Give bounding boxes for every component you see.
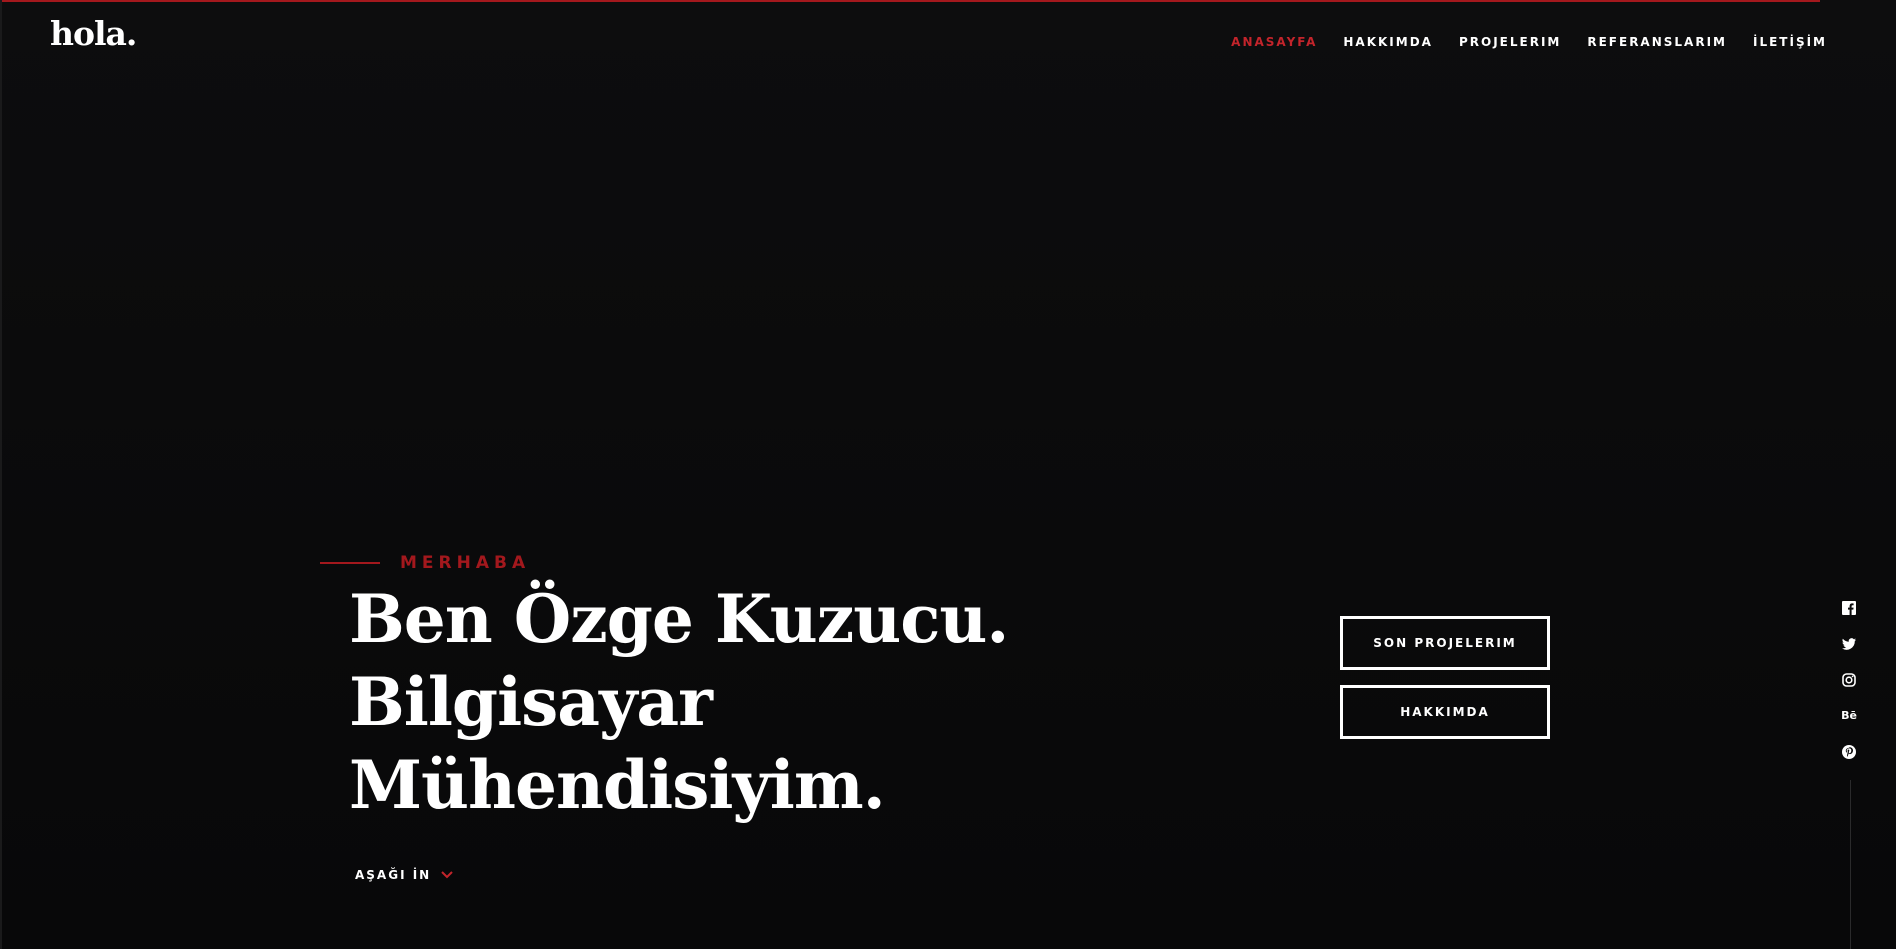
about-button[interactable]: HAKKIMDA: [1340, 685, 1550, 739]
nav-link-iletisim[interactable]: İLETİŞİM: [1753, 35, 1827, 49]
social-links: Bē: [1838, 600, 1860, 760]
nav-link-referanslarim[interactable]: REFERANSLARIM: [1587, 35, 1727, 49]
site-logo[interactable]: hola.: [50, 14, 137, 53]
page-background: hola. ANASAYFA HAKKIMDA PROJELERIM REFER…: [0, 0, 1896, 949]
latest-projects-button[interactable]: SON PROJELERIM: [1340, 616, 1550, 670]
social-divider-line: [1850, 780, 1851, 949]
pinterest-icon[interactable]: [1841, 744, 1857, 760]
intro-text: MERHABA: [400, 553, 531, 573]
behance-icon[interactable]: Bē: [1841, 708, 1857, 724]
scroll-down-label: AŞAĞI İN: [355, 868, 432, 882]
intro-accent-line: [320, 562, 380, 564]
accent-top-bar: [0, 0, 1820, 2]
nav-link-anasayfa[interactable]: ANASAYFA: [1231, 35, 1317, 49]
left-edge-divider: [0, 0, 2, 949]
behance-glyph: Bē: [1841, 709, 1857, 722]
hero-headline: Ben Özge Kuzucu. Bilgisayar Mühendisiyim…: [349, 580, 1009, 824]
nav-item-about: HAKKIMDA: [1343, 33, 1433, 51]
nav-link-projelerim[interactable]: PROJELERIM: [1459, 35, 1561, 49]
nav-item-projects: PROJELERIM: [1459, 33, 1561, 51]
nav-item-home: ANASAYFA: [1231, 33, 1317, 51]
nav-item-references: REFERANSLARIM: [1587, 33, 1727, 51]
intro-label: MERHABA: [320, 553, 530, 573]
facebook-icon[interactable]: [1841, 600, 1857, 616]
nav-link-hakkimda[interactable]: HAKKIMDA: [1343, 35, 1433, 49]
main-navigation: ANASAYFA HAKKIMDA PROJELERIM REFERANSLAR…: [1231, 33, 1827, 51]
instagram-icon[interactable]: [1841, 672, 1857, 688]
scroll-down-link[interactable]: AŞAĞI İN: [355, 868, 453, 882]
chevron-down-icon: [441, 871, 453, 879]
nav-item-contact: İLETİŞİM: [1753, 33, 1827, 51]
twitter-icon[interactable]: [1841, 636, 1857, 652]
